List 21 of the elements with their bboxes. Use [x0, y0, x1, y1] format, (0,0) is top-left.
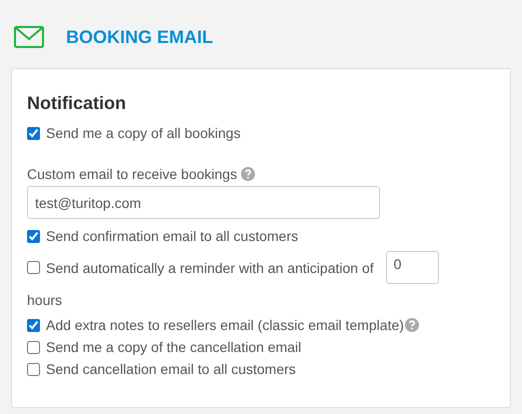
field-label: Custom email to receive bookings	[27, 166, 238, 182]
checkbox[interactable]	[27, 340, 40, 354]
option-label: Add extra notes to resellers email (classic email template)	[46, 317, 404, 333]
checkbox[interactable]	[27, 126, 40, 140]
section-title: Notification	[27, 93, 127, 114]
email-field[interactable]: test@turitop.com	[27, 186, 380, 219]
help-icon[interactable]	[404, 318, 419, 332]
hours-field[interactable]: 0	[386, 251, 439, 284]
option-label: Send cancellation email to all customers	[46, 361, 296, 377]
checkbox[interactable]	[27, 230, 40, 242]
option-label: Send me a copy of all bookings	[46, 125, 241, 141]
envelope-icon	[14, 26, 44, 48]
option-label: Send me a copy of the cancellation email	[46, 339, 302, 355]
checkbox[interactable]	[27, 318, 40, 332]
option-label: Send automatically a reminder with an anticipation of	[46, 260, 374, 276]
option-label: Send confirmation email to all customers	[46, 228, 298, 244]
page-title: BOOKING EMAIL	[66, 26, 213, 48]
help-icon[interactable]	[241, 167, 256, 181]
checkbox[interactable]	[27, 261, 40, 274]
checkbox[interactable]	[27, 362, 40, 376]
unit-label: hours	[27, 291, 64, 310]
